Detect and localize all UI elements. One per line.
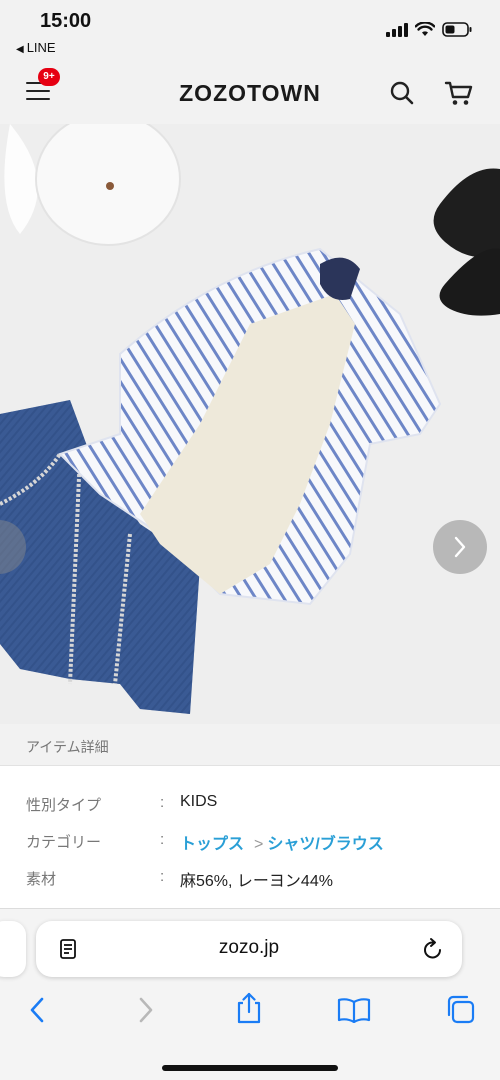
detail-label: 素材 <box>26 871 57 888</box>
detail-row-category: カテゴリー : トップス > シャツ/ブラウス <box>26 831 384 853</box>
battery-icon <box>442 22 472 37</box>
detail-row-material: 素材 : 麻56%, レーヨン44% <box>26 868 333 890</box>
product-image[interactable] <box>0 124 500 724</box>
tabs-icon[interactable] <box>445 993 477 1025</box>
detail-value: KIDS <box>180 793 218 810</box>
url-text: zozo.jp <box>218 937 280 958</box>
breadcrumb-separator-icon: > <box>254 836 264 853</box>
outfit-photo <box>0 124 500 724</box>
clock: 15:00 <box>40 10 92 32</box>
detail-label: 性別タイプ <box>26 797 102 814</box>
back-triangle-icon: ◀ <box>16 44 24 55</box>
back-app-label: LINE <box>26 40 56 55</box>
bookmarks-icon[interactable] <box>337 997 371 1023</box>
cellular-signal-icon <box>386 22 408 37</box>
cart-icon[interactable] <box>444 79 474 107</box>
zozotown-logo[interactable]: ZOZOTOWN <box>0 80 500 107</box>
system-icons <box>386 22 472 37</box>
search-icon[interactable] <box>389 80 415 106</box>
wifi-icon <box>415 22 435 36</box>
item-details-title: アイテム詳細 <box>26 739 109 755</box>
detail-value: 麻56%, レーヨン44% <box>180 873 333 890</box>
back-icon[interactable] <box>28 995 48 1025</box>
detail-label: カテゴリー <box>26 834 102 851</box>
category-link-shirts[interactable]: シャツ/ブラウス <box>267 836 383 853</box>
status-bar: 15:00 ◀ LINE <box>0 0 500 62</box>
reload-icon[interactable] <box>422 937 444 961</box>
previous-tab-preview[interactable] <box>0 921 26 977</box>
back-to-app-link[interactable]: ◀ LINE <box>16 40 56 55</box>
share-icon[interactable] <box>234 991 264 1025</box>
app-header: 9+ ZOZOTOWN <box>0 62 500 124</box>
category-link-tops[interactable]: トップス <box>180 836 244 853</box>
item-details-header: アイテム詳細 <box>0 724 500 766</box>
forward-icon[interactable] <box>135 995 155 1025</box>
item-details-table: 性別タイプ : KIDS カテゴリー : トップス > シャツ/ブラウス 素材 : … <box>0 766 500 916</box>
address-bar[interactable]: zozo.jp <box>36 921 462 977</box>
chevron-right-icon <box>454 536 466 558</box>
browser-bar: zozo.jp <box>0 908 500 1080</box>
home-indicator <box>162 1065 338 1071</box>
next-image-button[interactable] <box>433 520 487 574</box>
detail-row-gender: 性別タイプ : KIDS <box>26 793 218 814</box>
browser-toolbar <box>0 989 500 1033</box>
